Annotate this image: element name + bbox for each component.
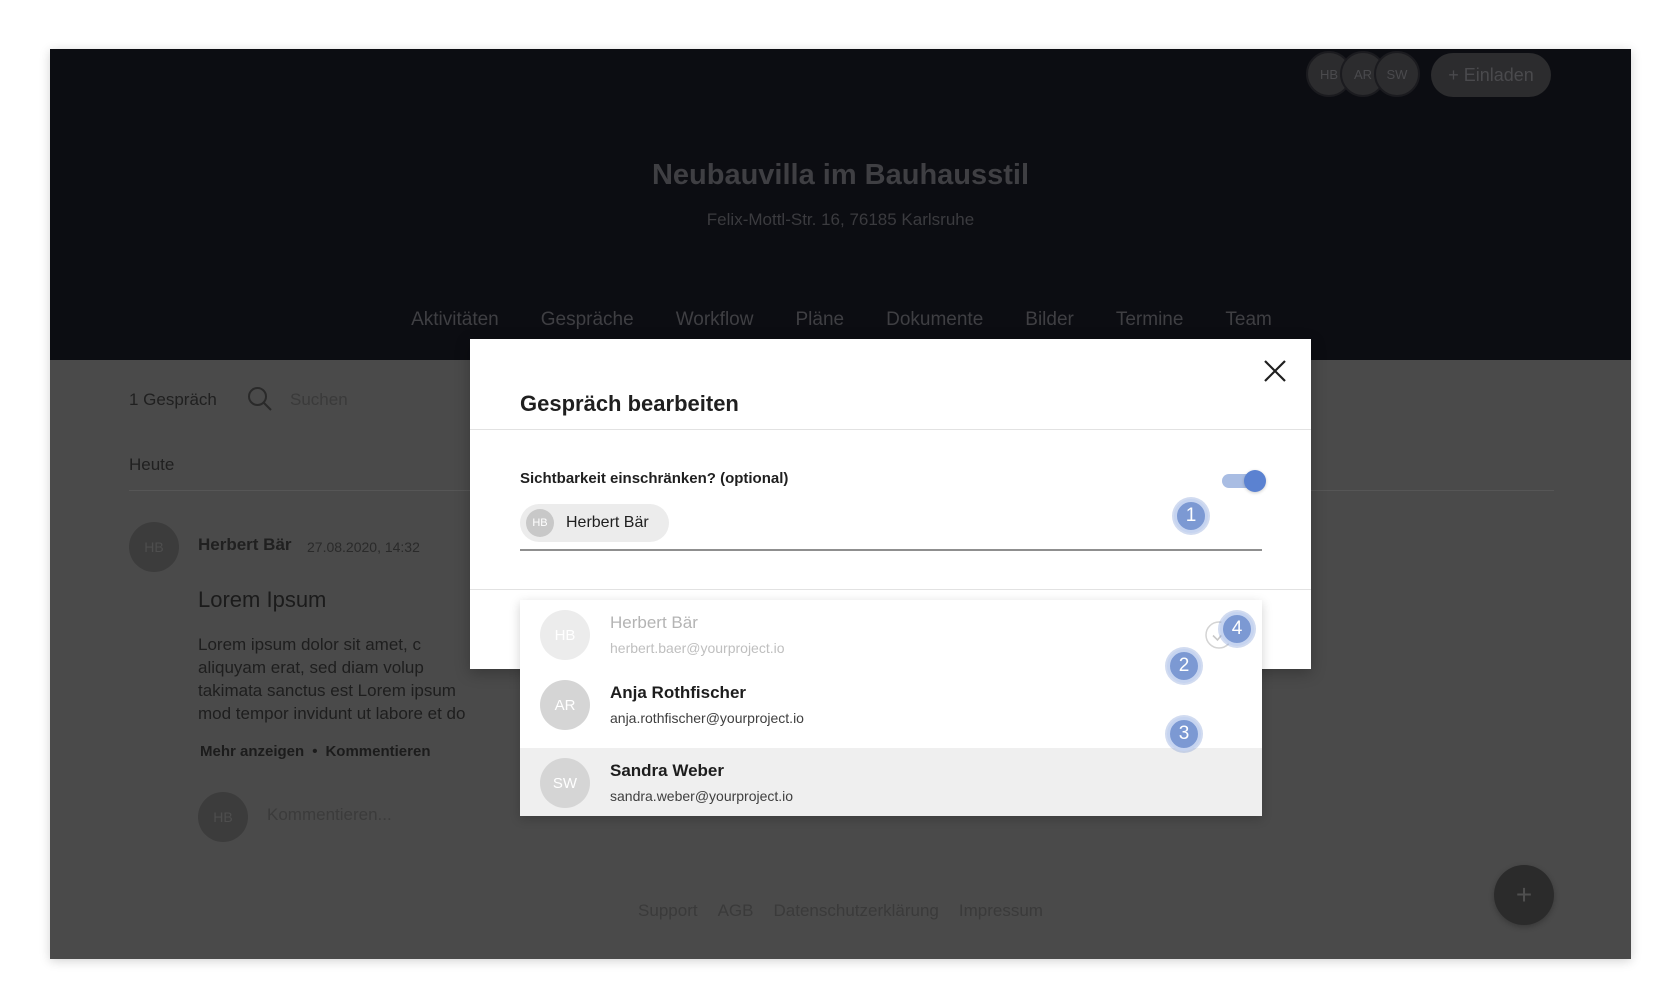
separator-dot: •: [312, 743, 318, 760]
footer-link-impressum[interactable]: Impressum: [959, 901, 1043, 921]
avatar: SW: [540, 758, 590, 808]
post-body: Lorem ipsum dolor sit amet, c aliquyam e…: [198, 633, 478, 725]
footer-links: Support AGB Datenschutzerklärung Impress…: [50, 901, 1631, 921]
close-icon[interactable]: [1261, 357, 1289, 385]
step-marker: 1: [1174, 499, 1208, 533]
avatar: HB: [540, 610, 590, 660]
tab-bilder[interactable]: Bilder: [1023, 309, 1074, 331]
member-name: Anja Rothfischer: [610, 683, 747, 702]
show-more-link[interactable]: Mehr anzeigen: [200, 743, 304, 760]
member-dropdown: HB Herbert Bär herbert.baer@yourproject.…: [520, 600, 1262, 816]
list-item[interactable]: AR Anja Rothfischer anja.rothfischer@you…: [520, 670, 1262, 738]
step-marker: 3: [1167, 717, 1201, 751]
add-button[interactable]: +: [1494, 865, 1554, 925]
restrict-visibility-toggle[interactable]: [1222, 469, 1266, 493]
conversation-count: 1 Gespräch: [129, 390, 217, 409]
step-marker: 2: [1167, 649, 1201, 683]
tab-gespraeche[interactable]: Gespräche: [539, 309, 634, 331]
section-heading-today: Heute: [129, 455, 175, 474]
footer-link-support[interactable]: Support: [638, 901, 698, 921]
divider: [470, 589, 1311, 590]
post-body-line: takimata sanctus est Lorem ipsum: [198, 681, 456, 700]
post-title: Lorem Ipsum: [198, 587, 327, 612]
restrict-visibility-label: Sichtbarkeit einschränken? (optional): [520, 470, 789, 487]
search-input[interactable]: [290, 388, 420, 412]
tab-workflow[interactable]: Workflow: [674, 309, 754, 331]
page-title: Neubauvilla im Bauhausstil: [651, 159, 1030, 191]
avatar: HB: [198, 792, 248, 842]
list-item[interactable]: HB Herbert Bär herbert.baer@yourproject.…: [520, 600, 1262, 668]
footer-link-agb[interactable]: AGB: [718, 901, 754, 921]
member-field-underline: [520, 549, 1262, 551]
chip-label: Herbert Bär: [566, 514, 649, 531]
comment-link[interactable]: Kommentieren: [325, 743, 430, 760]
search-icon[interactable]: [247, 386, 273, 412]
app-window: HB AR SW + Einladen Neubauvilla im Bauha…: [50, 49, 1631, 959]
avatar: AR: [540, 680, 590, 730]
toggle-knob: [1244, 470, 1266, 492]
post-author: Herbert Bär: [198, 535, 292, 554]
project-address: Felix-Mottl-Str. 16, 76185 Karlsruhe: [706, 210, 975, 229]
main-nav: Aktivitäten Gespräche Workflow Pläne Dok…: [50, 309, 1631, 331]
avatar: HB: [129, 522, 179, 572]
post-body-line: Lorem ipsum dolor sit amet, c: [198, 635, 421, 654]
dialog-title: Gespräch bearbeiten: [520, 391, 739, 416]
tab-team[interactable]: Team: [1223, 309, 1271, 331]
member-name: Sandra Weber: [610, 761, 725, 780]
divider: [470, 429, 1311, 430]
footer-link-datenschutz[interactable]: Datenschutzerklärung: [774, 901, 939, 921]
member-name: Herbert Bär: [610, 613, 698, 632]
avatar: SW: [1374, 51, 1420, 97]
tab-dokumente[interactable]: Dokumente: [884, 309, 983, 331]
member-email: herbert.baer@yourproject.io: [610, 640, 785, 656]
avatar: HB: [526, 509, 554, 537]
tab-plaene[interactable]: Pläne: [793, 309, 844, 331]
tab-termine[interactable]: Termine: [1114, 309, 1184, 331]
post-body-line: mod tempor invidunt ut labore et do: [198, 704, 466, 723]
selected-member-chip[interactable]: HB Herbert Bär: [520, 504, 669, 542]
list-item[interactable]: SW Sandra Weber sandra.weber@yourproject…: [520, 748, 1262, 816]
member-email: anja.rothfischer@yourproject.io: [610, 710, 804, 726]
post-actions: Mehr anzeigen • Kommentieren: [200, 743, 430, 760]
member-email: sandra.weber@yourproject.io: [610, 788, 794, 804]
tab-aktivitaeten[interactable]: Aktivitäten: [409, 309, 499, 331]
step-marker: 4: [1220, 612, 1254, 646]
post-timestamp: 27.08.2020, 14:32: [307, 539, 420, 555]
project-header: HB AR SW + Einladen Neubauvilla im Bauha…: [50, 49, 1631, 360]
invite-button[interactable]: + Einladen: [1431, 53, 1551, 97]
post-body-line: aliquyam erat, sed diam volup: [198, 658, 424, 677]
